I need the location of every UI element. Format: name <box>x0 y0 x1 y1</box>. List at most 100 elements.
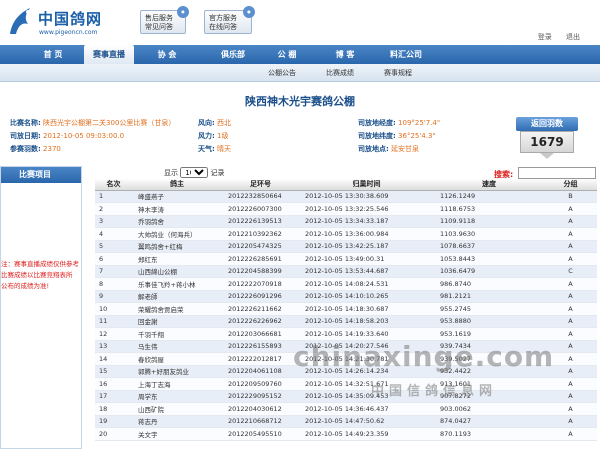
table-cell: A <box>544 302 597 316</box>
table-cell: 关文宇 <box>132 427 222 441</box>
table-cell: 1103.9630 <box>434 227 544 241</box>
table-cell: 乔羽鸽舍 <box>132 215 222 228</box>
table-cell: 2012-10-05 14:19:33.640 <box>299 327 434 341</box>
table-cell: 2012-10-05 13:30:38.609 <box>299 190 434 203</box>
table-cell: 1118.6753 <box>434 202 544 216</box>
table-cell: 17 <box>95 390 132 403</box>
table-cell: A <box>544 215 597 228</box>
table-cell: 2 <box>95 202 132 216</box>
table-cell: 20 <box>95 427 132 441</box>
table-row: 20 关文宇 2012205495510 2012-10-05 14:49:23.35… <box>95 427 597 441</box>
nav-blog[interactable]: 博 客 <box>320 45 370 64</box>
table-cell: 2012226091296 <box>222 290 299 303</box>
table-cell: 2012203066681 <box>222 327 299 341</box>
table-cell: 2012-10-05 13:42:25.187 <box>299 240 434 253</box>
col-rank[interactable]: 名次 <box>95 179 132 191</box>
table-cell: B <box>544 190 597 203</box>
table-cell: 2012-10-05 14:08:24.531 <box>299 277 434 291</box>
top-links: 登录 退出 <box>526 32 580 42</box>
table-cell: 2012226211662 <box>222 302 299 316</box>
search-input[interactable] <box>518 167 596 179</box>
table-cell: 2012209509760 <box>222 377 299 391</box>
col-ring[interactable]: 足环号 <box>222 179 299 191</box>
table-cell: 953.1619 <box>434 327 544 341</box>
badge-icon: ● <box>177 6 189 18</box>
table-cell: 1126.1249 <box>434 190 544 203</box>
table-cell: 14 <box>95 352 132 366</box>
table-row: 8 乐事佳飞羚+蒋小林 2012222070918 2012-10-05 14:08:… <box>95 277 597 291</box>
after-sales-button[interactable]: 售后服务 常见问答 ● <box>140 6 189 34</box>
subnav-results[interactable]: 比赛成绩 <box>326 68 354 78</box>
subnav-rules[interactable]: 赛事规程 <box>384 68 412 78</box>
table-cell: 7 <box>95 265 132 278</box>
table-cell: A <box>544 277 597 291</box>
table-cell: C <box>544 265 597 278</box>
table-cell: 1036.6479 <box>434 265 544 278</box>
table-cell: 903.0062 <box>434 402 544 416</box>
table-cell: 2012205495510 <box>222 427 299 441</box>
table-cell: 2012226155893 <box>222 340 299 353</box>
site-logo[interactable]: 中国鸽网 www.pigeoncn.com <box>6 4 106 40</box>
col-time[interactable]: 归巢时间 <box>299 179 434 191</box>
table-cell: 翼鸣鸽舍+红梅 <box>132 240 222 253</box>
col-owner[interactable]: 鸽主 <box>132 179 222 191</box>
col-group[interactable]: 分组 <box>544 179 597 191</box>
table-cell: A <box>544 415 597 428</box>
table-row: 5 翼鸣鸽舍+红梅 2012205474325 2012-10-05 13:42:25… <box>95 240 597 253</box>
nav-feed[interactable]: 料汇公司 <box>378 45 434 64</box>
table-cell: 2012210668712 <box>222 415 299 428</box>
nav-loft[interactable]: 公 棚 <box>262 45 312 64</box>
table-cell: A <box>544 377 597 391</box>
table-cell: 2012-10-05 14:18:58.203 <box>299 315 434 328</box>
table-cell: 2012-10-05 13:53:44.687 <box>299 265 434 278</box>
table-row: 17 周学东 2012229095152 2012-10-05 14:35:09.45… <box>95 390 597 403</box>
table-row: 4 大帅鸽业（何海兵） 2012210392362 2012-10-05 13:36:… <box>95 227 597 241</box>
table-cell: 山西矿院 <box>132 402 222 416</box>
table-cell: 870.1193 <box>434 427 544 441</box>
release-date: 司放日期: 2012-10-05 09:03:00.0 <box>10 132 125 140</box>
table-cell: 神木李涛 <box>132 202 222 216</box>
page-title: 陕西神木光宇赛鸽公棚 <box>245 95 355 108</box>
table-row: 11 回金謝 2012226226962 2012-10-05 14:18:58.20… <box>95 315 597 328</box>
table-cell: 大帅鸽业（何海兵） <box>132 227 222 241</box>
entry-count: 参赛羽数: 2370 <box>10 145 61 153</box>
table-row: 12 千羽千翔 2012203066681 2012-10-05 14:19:33.6… <box>95 327 597 341</box>
nav-live[interactable]: 赛事直播 <box>84 45 134 64</box>
table-cell: 2012-10-05 13:32:25.546 <box>299 202 434 216</box>
table-row: 19 蒋志丹 2012210668712 2012-10-05 14:47:50.62… <box>95 415 597 428</box>
table-cell: 19 <box>95 415 132 428</box>
table-cell: 2012204030612 <box>222 402 299 416</box>
page-size-select[interactable]: 100 <box>180 167 209 178</box>
nav-club[interactable]: 俱乐部 <box>208 45 258 64</box>
login-link[interactable]: 登录 <box>538 33 552 41</box>
race-name: 比赛名称: 陕西光宇公棚第二关300公里比赛（甘泉） <box>10 119 176 127</box>
sidebar-note: 注：赛事直播成绩仅供参考 比赛成绩以比赛竞翔表所 公布的成绩为准! <box>1 260 79 290</box>
subnav-notice[interactable]: 公棚公告 <box>268 68 296 78</box>
table-cell: 2012222012817 <box>222 352 299 366</box>
table-row: 7 山西綿山公棚 2012204588399 2012-10-05 13:53:44.… <box>95 265 597 278</box>
table-row: 1 峰盛燕子 2012232850664 2012-10-05 13:30:38.60… <box>95 190 597 203</box>
nav-home[interactable]: 首 页 <box>28 45 78 64</box>
table-cell: 峰盛燕子 <box>132 190 222 203</box>
table-cell: A <box>544 327 597 341</box>
sidebar: 比赛项目 注：赛事直播成绩仅供参考 比赛成绩以比赛竞翔表所 公布的成绩为准! <box>0 166 82 449</box>
col-speed[interactable]: 速度 <box>434 179 544 191</box>
returned-count-value: 1679 <box>520 131 574 153</box>
table-cell: A <box>544 202 597 216</box>
official-service-button[interactable]: 官方服务 在线问答 ● <box>204 6 255 34</box>
table-row: 9 解老師 2012226091296 2012-10-05 14:10:10.265… <box>95 290 597 303</box>
nav-association[interactable]: 协 会 <box>142 45 192 64</box>
table-cell: 2012-10-05 14:18:30.687 <box>299 302 434 316</box>
table-cell: 2012-10-05 14:47:50.62 <box>299 415 434 428</box>
logout-link[interactable]: 退出 <box>566 33 580 41</box>
table-cell: 16 <box>95 377 132 391</box>
table-cell: 2012210392362 <box>222 227 299 241</box>
table-cell: 1078.6637 <box>434 240 544 253</box>
table-cell: 15 <box>95 365 132 378</box>
badge-icon: ● <box>243 6 255 18</box>
page-size-control: 显示 100 记录 <box>164 167 224 178</box>
table-cell: 1109.9118 <box>434 215 544 228</box>
table-cell: 周学东 <box>132 390 222 403</box>
table-cell: 蒋志丹 <box>132 415 222 428</box>
wind-direction: 风向: 西北 <box>198 119 232 127</box>
